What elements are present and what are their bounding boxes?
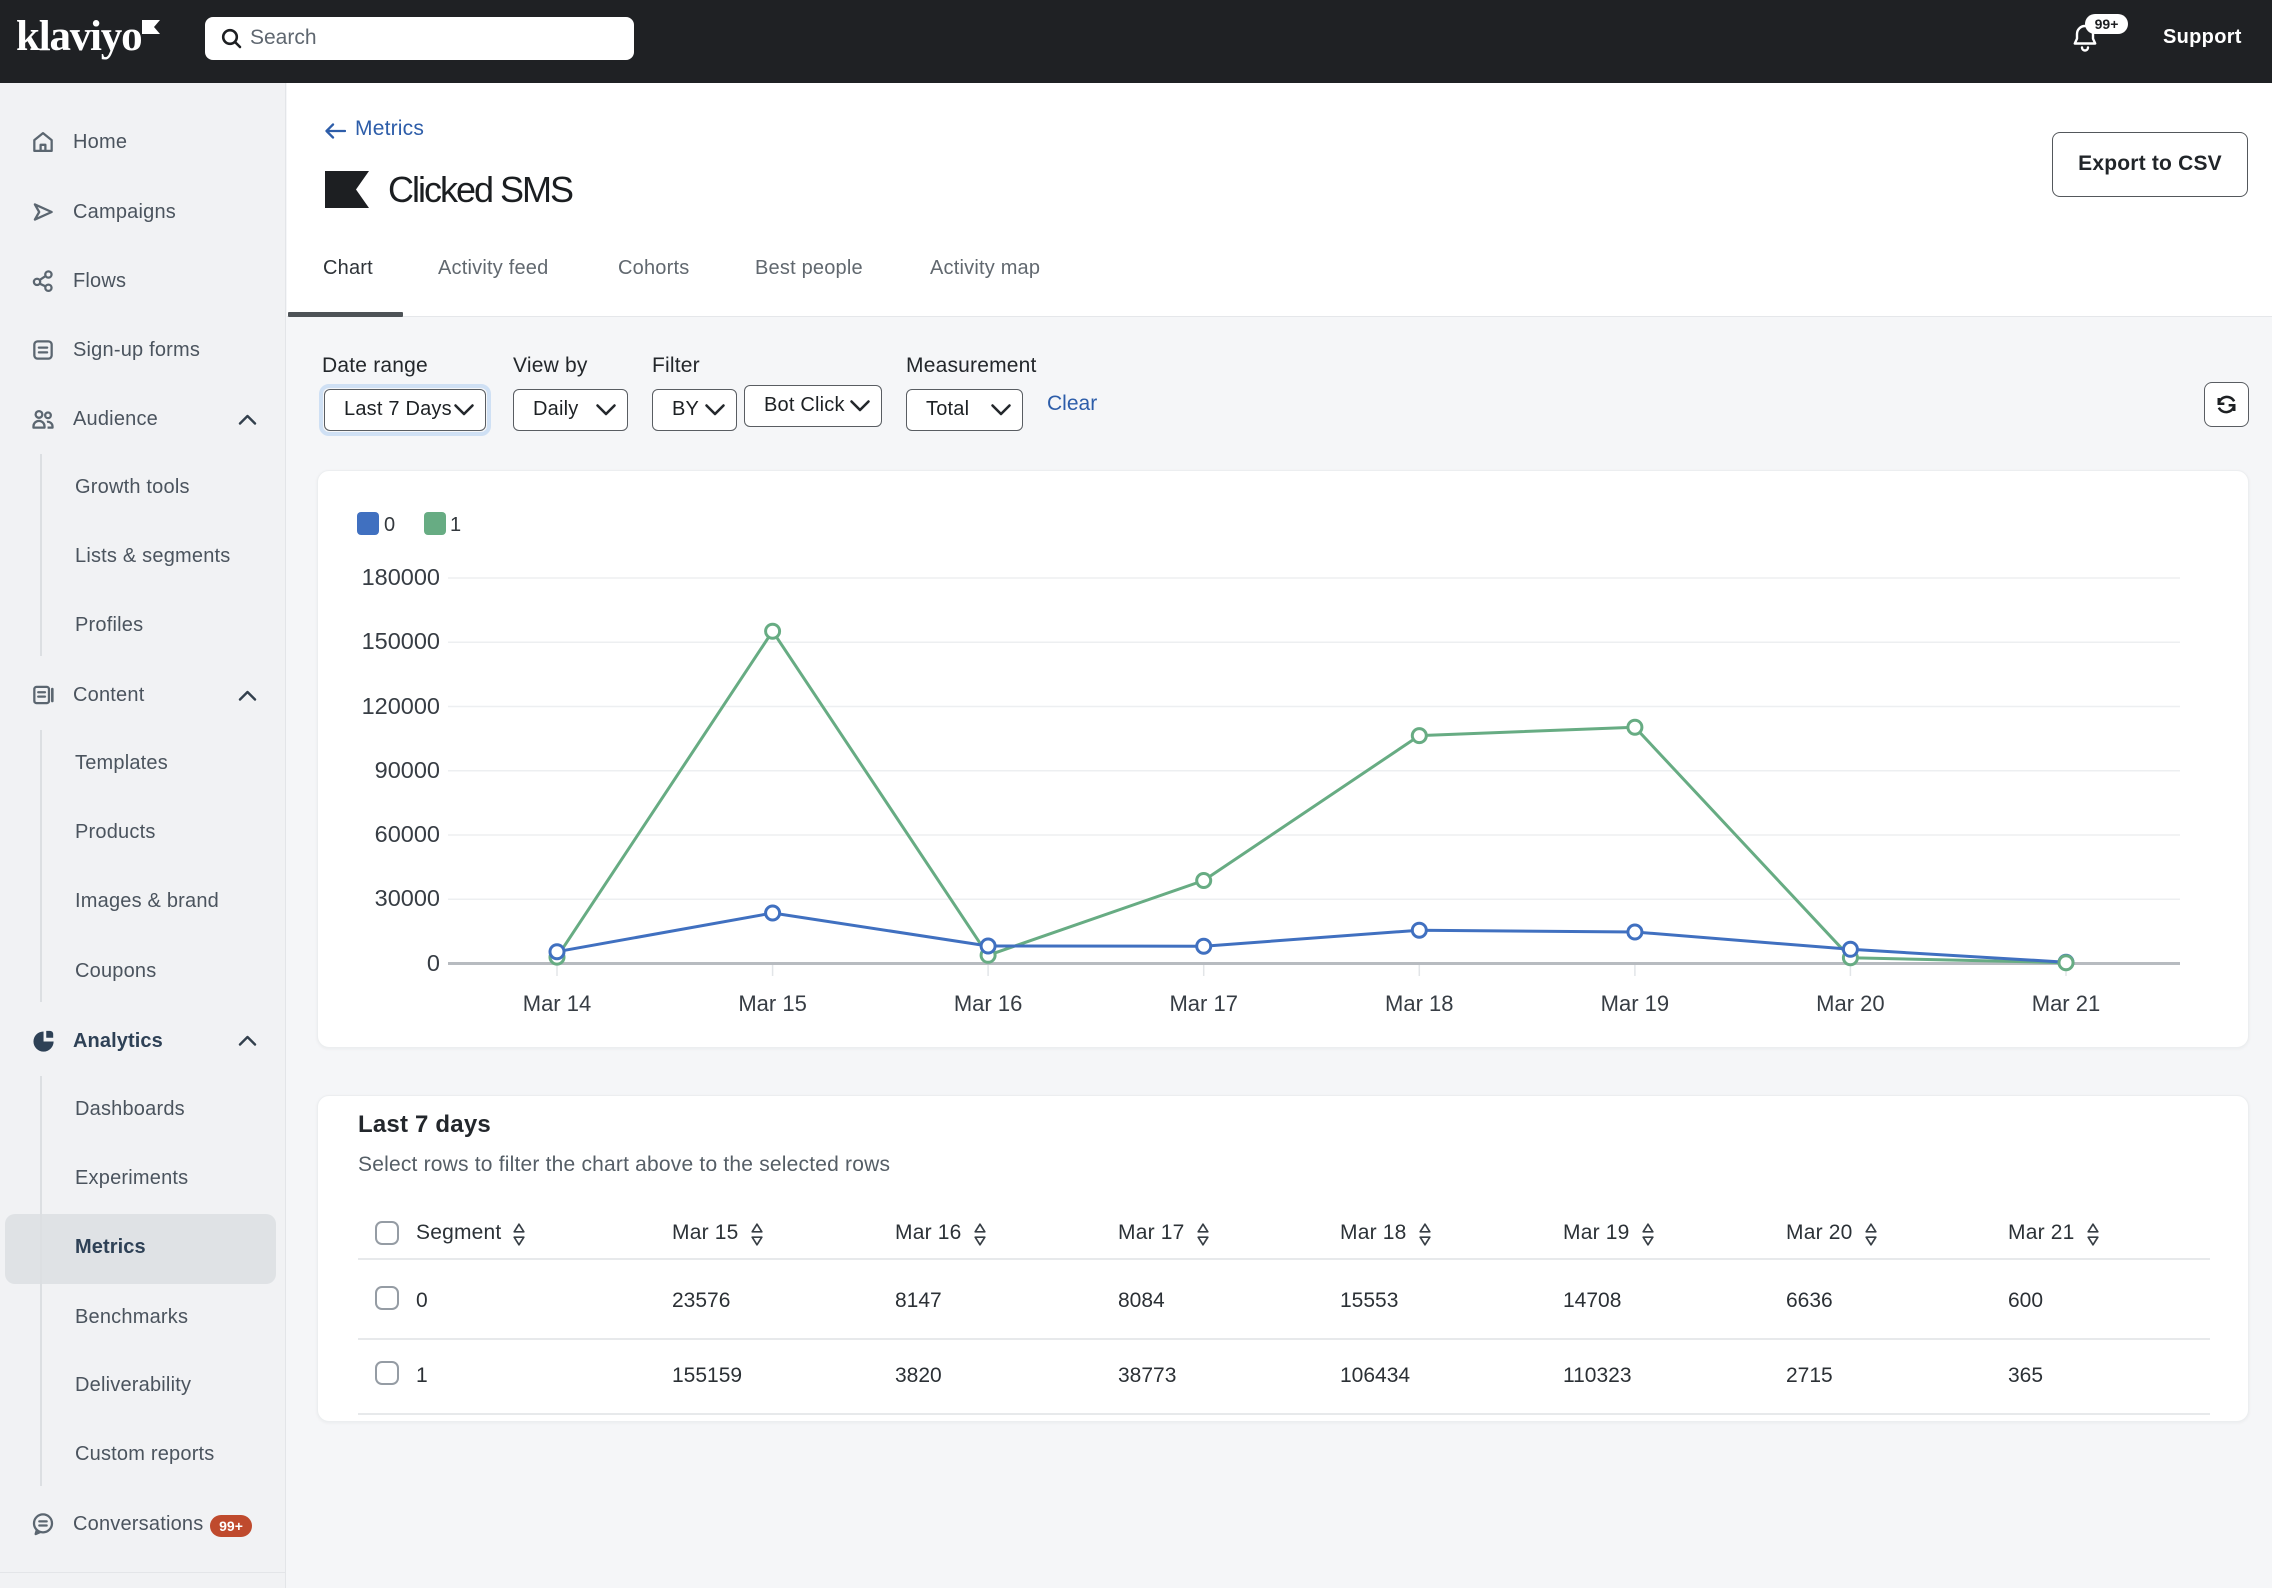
svg-text:0: 0 [384, 514, 395, 536]
svg-text:Mar 21: Mar 21 [2032, 991, 2100, 1016]
svg-text:Mar 16: Mar 16 [954, 991, 1022, 1016]
svg-text:1: 1 [450, 514, 461, 536]
svg-text:180000: 180000 [362, 564, 440, 590]
svg-text:Mar 20: Mar 20 [1816, 991, 1884, 1016]
svg-text:Mar 15: Mar 15 [738, 991, 806, 1016]
svg-text:Mar 17: Mar 17 [1169, 991, 1237, 1016]
svg-text:60000: 60000 [375, 821, 440, 847]
svg-text:Mar 19: Mar 19 [1601, 991, 1669, 1016]
svg-text:0: 0 [427, 950, 440, 976]
svg-text:Mar 18: Mar 18 [1385, 991, 1453, 1016]
svg-text:150000: 150000 [362, 628, 440, 654]
svg-text:Mar 14: Mar 14 [523, 991, 591, 1016]
svg-text:90000: 90000 [375, 757, 440, 783]
svg-text:120000: 120000 [362, 693, 440, 719]
svg-text:30000: 30000 [375, 885, 440, 911]
